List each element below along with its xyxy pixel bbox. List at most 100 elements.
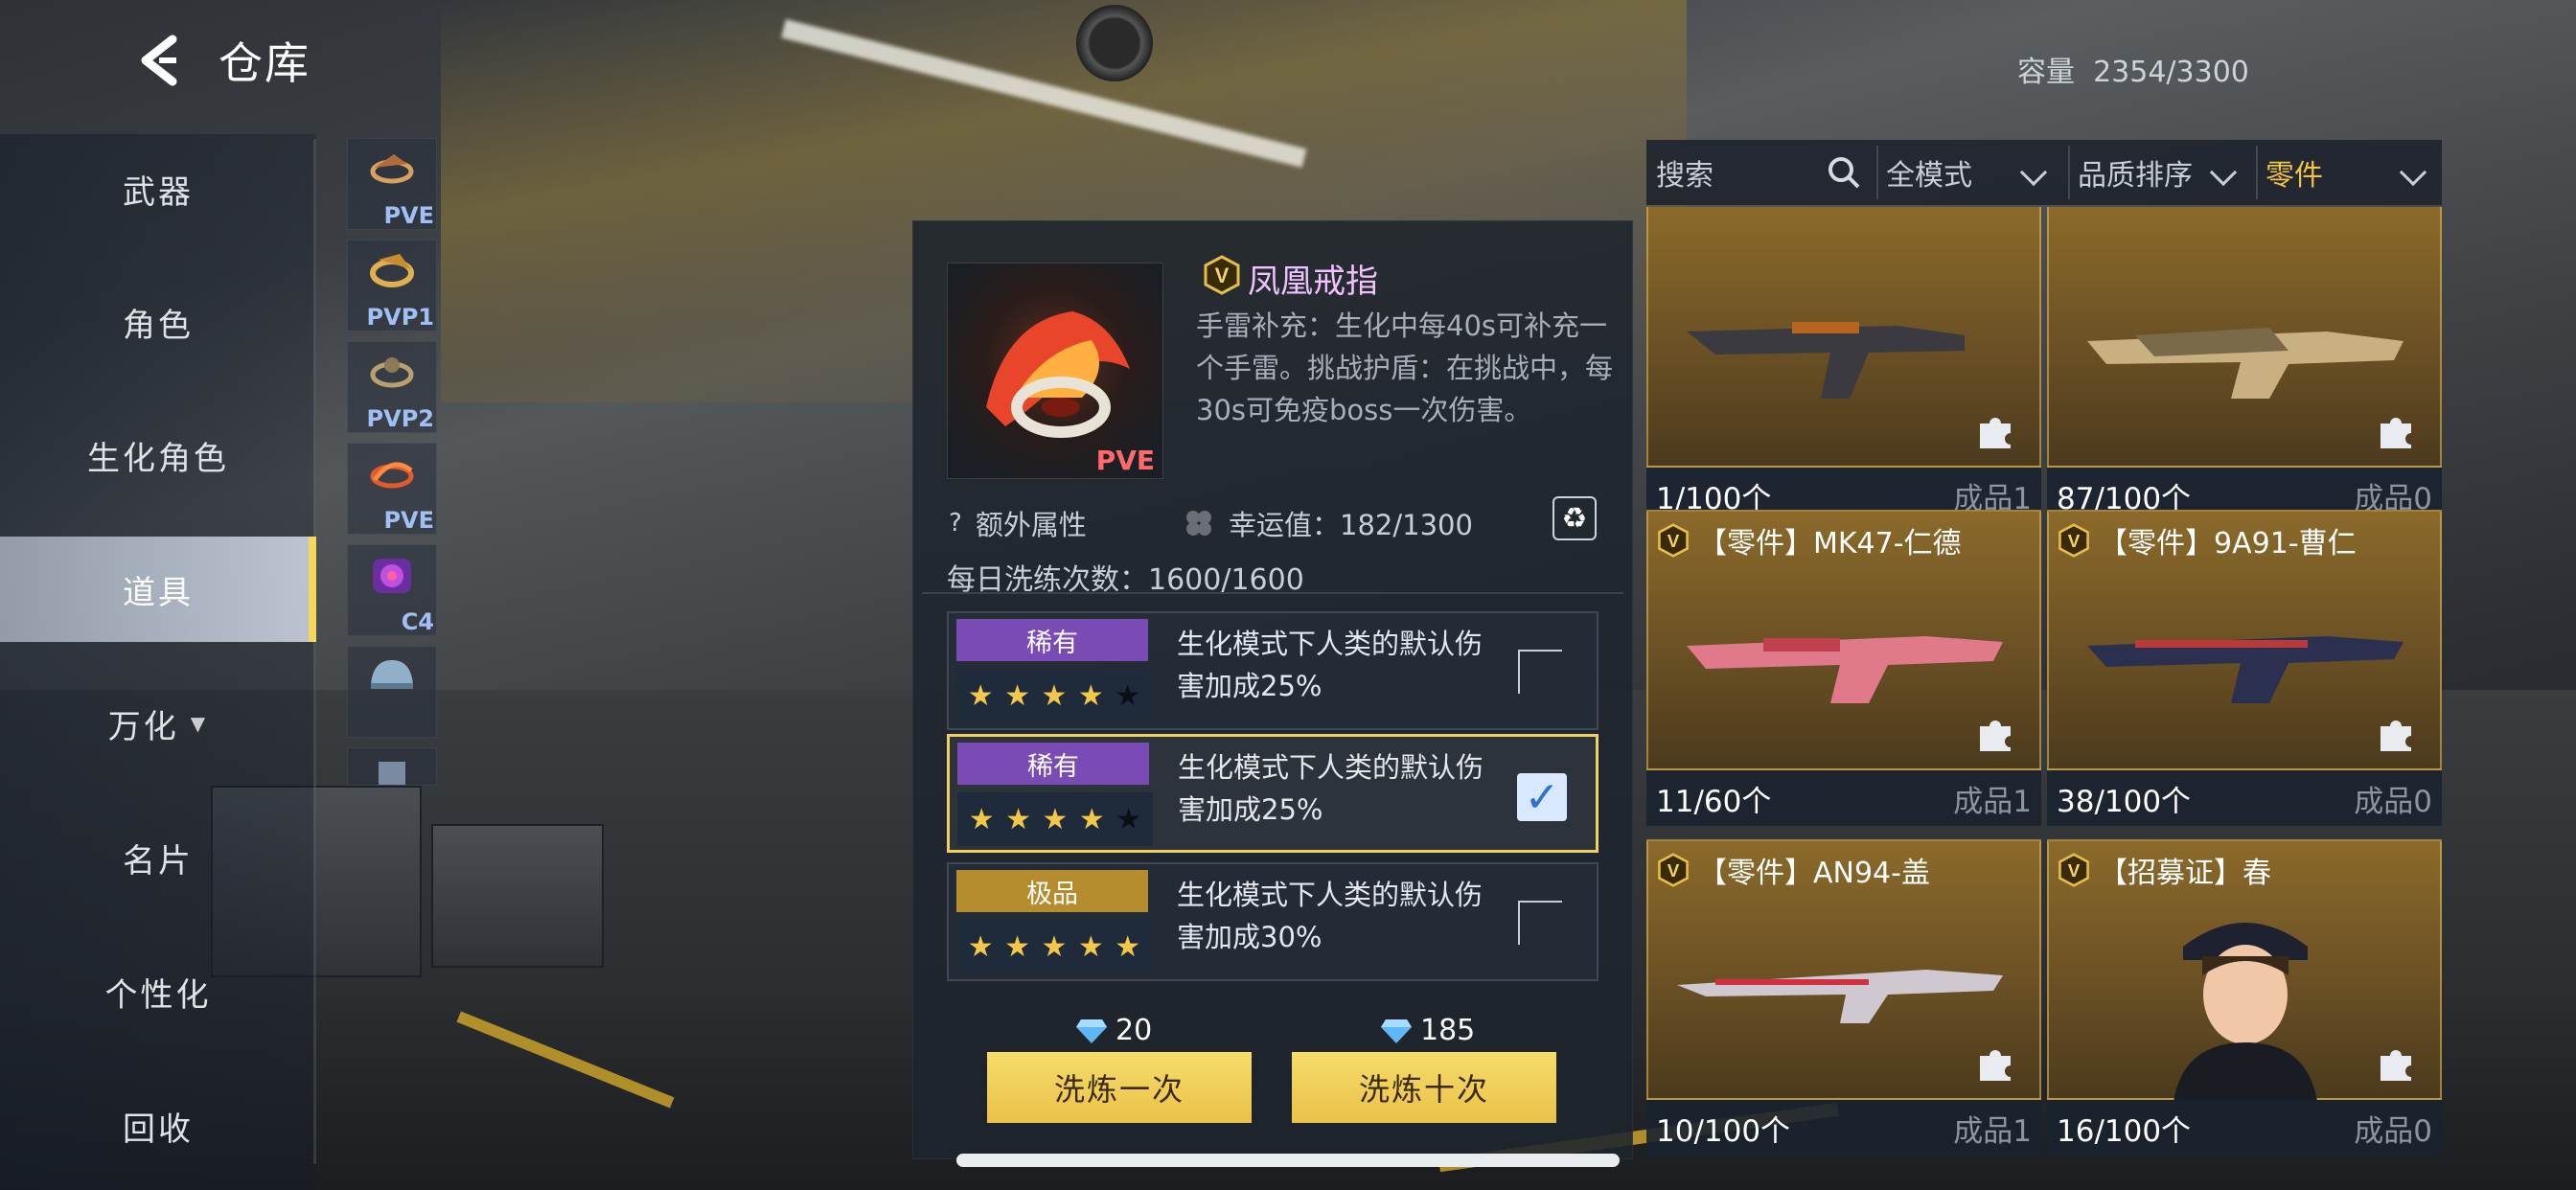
card-art	[2047, 207, 2442, 468]
capacity-value: 2354/3300	[2093, 56, 2249, 89]
ring-icon	[370, 154, 414, 184]
star-rating: ★ ★ ★ ★ ★	[957, 792, 1153, 846]
item-name: 凤凰戒指	[1248, 263, 1378, 301]
inventory-card[interactable]: 1/100个 成品1	[1646, 207, 2041, 523]
sidebar-item-cards[interactable]: 名片	[0, 805, 316, 910]
recycle-icon: ♻	[1561, 501, 1588, 536]
filter-divider	[1876, 146, 1878, 199]
card-name: V 【零件】MK47-仁德	[1656, 519, 1962, 561]
help-icon: ?	[949, 509, 962, 538]
sidebar-item-label: 生化角色	[87, 439, 229, 478]
mode-dropdown[interactable]: 全模式	[1886, 151, 1972, 194]
cost-once: 20	[1075, 1014, 1152, 1047]
gun-icon	[1677, 970, 2003, 1023]
search-input[interactable]: 搜索	[1656, 151, 1714, 194]
sort-dropdown[interactable]: 品质排序	[2078, 151, 2193, 194]
extra-attribute-label: 额外属性	[975, 509, 1087, 541]
card-footer: 16/100个 成品0	[2047, 1100, 2442, 1156]
background-crate	[431, 824, 604, 968]
star-empty-icon: ★	[1116, 802, 1142, 836]
thumbnail-item[interactable]: PVP2	[347, 341, 437, 433]
wash-once-button[interactable]: 洗炼一次	[987, 1052, 1252, 1123]
card-name-text: 【招募证】春	[2099, 857, 2271, 890]
wash-option[interactable]: 稀有 ★ ★ ★ ★ ★ 生化模式下人类的默认伤害加成25%	[947, 611, 1598, 730]
back-button[interactable]	[125, 27, 192, 94]
sidebar-item-recycle[interactable]: 回收	[0, 1073, 316, 1179]
card-count: 38/100个	[2057, 784, 2192, 819]
card-footer: 10/100个 成品1	[1646, 1100, 2041, 1156]
vip-badge-icon: V	[2058, 523, 2089, 558]
puzzle-icon	[1980, 1050, 2011, 1081]
svg-text:V: V	[1668, 860, 1680, 881]
sidebar-item-label: 回收	[123, 1110, 194, 1149]
star-icon: ★	[968, 802, 995, 836]
svg-text:V: V	[2068, 531, 2081, 551]
luck-label: 幸运值：182/1300	[1229, 509, 1473, 541]
inventory-card[interactable]: V 【零件】9A91-曹仁 38/100个 成品0	[2047, 510, 2442, 826]
card-count: 16/100个	[2057, 1113, 2192, 1149]
puzzle-icon	[2380, 721, 2411, 751]
gun-icon	[1687, 636, 2003, 703]
recycle-button[interactable]: ♻	[1552, 496, 1597, 540]
card-name-text: 【零件】MK47-仁德	[1698, 527, 1962, 561]
vip-badge-icon: V	[1658, 523, 1689, 558]
vip-badge-icon: V	[2058, 853, 2089, 887]
capacity-label: 容量	[2017, 56, 2075, 89]
wash-option[interactable]: 极品 ★ ★ ★ ★ ★ 生化模式下人类的默认伤害加成30%	[947, 862, 1598, 981]
wash-ten-button[interactable]: 洗炼十次	[1292, 1052, 1556, 1123]
diamond-icon	[1381, 1018, 1412, 1043]
search-icon[interactable]	[1825, 153, 1863, 192]
thumbnail-item[interactable]: PVP1	[347, 240, 437, 332]
inventory-card[interactable]: 87/100个 成品0	[2047, 207, 2442, 523]
checkmark-icon: ✓	[1524, 772, 1560, 822]
card-art	[1646, 207, 2041, 468]
card-art: V 【招募证】春	[2047, 839, 2442, 1102]
capacity-indicator: 容量 2354/3300	[2017, 48, 2249, 90]
divider	[922, 592, 1623, 594]
thumbnail-item[interactable]	[347, 646, 437, 738]
star-icon: ★	[1041, 929, 1068, 964]
option-checkbox[interactable]	[1518, 650, 1562, 694]
vip-badge-icon: V	[1204, 255, 1240, 295]
card-footer: 38/100个 成品0	[2047, 770, 2442, 826]
thumbnail-item[interactable]	[347, 747, 437, 786]
page-title: 仓库	[218, 37, 310, 89]
chevron-left-icon	[141, 34, 177, 86]
wash-option-selected[interactable]: 稀有 ★ ★ ★ ★ ★ 生化模式下人类的默认伤害加成25% ✓	[947, 734, 1598, 853]
option-checkbox-checked[interactable]: ✓	[1517, 772, 1567, 822]
sidebar-item-label: 个性化	[104, 975, 212, 1015]
option-text: 生化模式下人类的默认伤害加成25%	[1178, 751, 1484, 826]
card-art: V 【零件】AN94-盖	[1646, 839, 2041, 1100]
thumbnail-item[interactable]: PVE	[347, 443, 437, 535]
puzzle-icon	[1980, 721, 2011, 751]
sidebar-item-bio-characters[interactable]: 生化角色	[0, 402, 316, 508]
cost-ten: 185	[1380, 1014, 1475, 1047]
thumbnail-item[interactable]: PVE	[347, 138, 437, 230]
thumbnail-tag: PVP2	[366, 405, 434, 432]
card-art: V 【零件】9A91-曹仁	[2047, 510, 2442, 770]
ring-icon	[370, 462, 414, 489]
cost-value: 20	[1116, 1014, 1153, 1047]
star-icon: ★	[1078, 802, 1105, 836]
inventory-card[interactable]: V 【零件】MK47-仁德 11/60个 成品1	[1646, 510, 2041, 826]
option-text: 生化模式下人类的默认伤害加成30%	[1177, 879, 1484, 953]
sidebar-item-characters[interactable]: 角色	[0, 269, 316, 375]
inventory-card[interactable]: V 【招募证】春 16/100个 成品0	[2047, 839, 2442, 1156]
inventory-card[interactable]: V 【零件】AN94-盖 10/100个 成品1	[1646, 839, 2041, 1156]
ring-icon	[370, 357, 414, 388]
sidebar-item-items[interactable]: 道具	[0, 537, 316, 642]
home-indicator	[956, 1154, 1620, 1167]
category-dropdown[interactable]: 零件	[2266, 151, 2323, 194]
option-checkbox[interactable]	[1518, 901, 1562, 945]
thumbnail-item[interactable]: C4	[347, 544, 437, 636]
ring-icon	[370, 254, 414, 287]
card-name-text: 【零件】9A91-曹仁	[2099, 527, 2357, 561]
star-rating: ★ ★ ★ ★ ★	[956, 669, 1152, 722]
thumbnail-tag: PVE	[383, 202, 434, 229]
extra-attribute-button[interactable]: ? 额外属性	[949, 503, 1087, 543]
sidebar-item-weapons[interactable]: 武器	[0, 136, 316, 241]
card-finished: 成品1	[1953, 1113, 2032, 1149]
sidebar-item-personalize[interactable]: 个性化	[0, 939, 316, 1044]
sidebar-item-wanhua[interactable]: 万化 ▼	[0, 671, 316, 776]
gun-icon	[2087, 328, 2404, 399]
